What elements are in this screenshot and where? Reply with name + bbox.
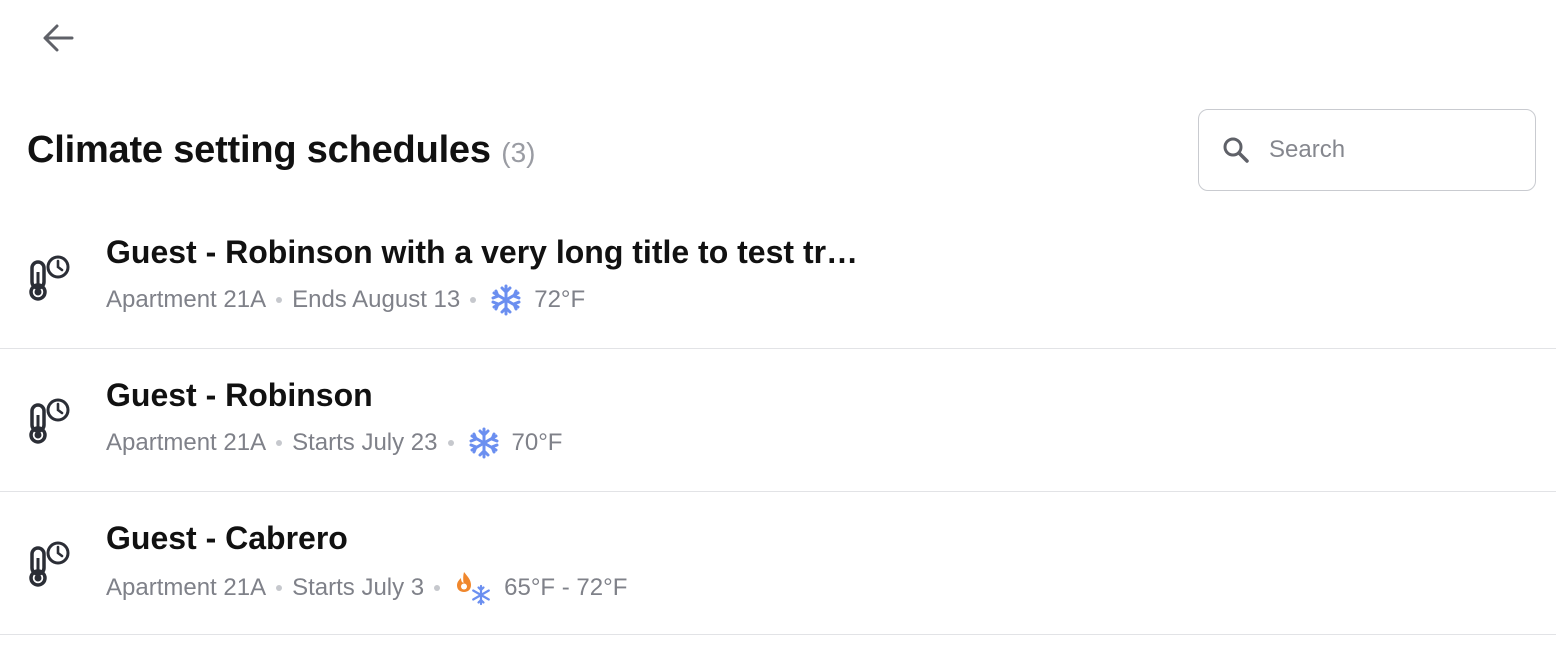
separator-dot [276, 440, 283, 446]
schedule-meta: Apartment 21A Starts July 23 70°F [106, 427, 562, 459]
schedule-count: (3) [501, 136, 536, 168]
snowflake-icon [468, 427, 500, 459]
schedule-title: Guest - Cabrero [106, 520, 348, 556]
schedule-temperature: 72°F [534, 286, 586, 313]
separator-dot [447, 440, 454, 446]
title-group: Climate setting schedules (3) [27, 129, 536, 172]
search-icon [1221, 135, 1251, 165]
thermometer-clock-icon [29, 398, 70, 444]
thermometer-clock-icon [29, 255, 70, 301]
schedule-timing: Starts July 3 [292, 574, 425, 601]
schedule-meta: Apartment 21A Ends August 13 72°F [106, 284, 585, 316]
separator-dot [276, 585, 283, 591]
schedule-row[interactable]: Guest - Robinson Apartment 21A Starts Ju… [0, 349, 1556, 492]
thermometer-clock-icon [29, 541, 70, 587]
schedule-temperature: 65°F - 72°F [504, 574, 628, 601]
schedule-timing: Starts July 23 [292, 429, 438, 456]
schedule-title: Guest - Robinson with a very long title … [106, 234, 866, 270]
snowflake-icon [490, 284, 522, 316]
arrow-left-icon [43, 24, 74, 52]
search-box[interactable] [1198, 109, 1536, 191]
separator-dot [434, 585, 441, 591]
schedule-location: Apartment 21A [106, 429, 267, 456]
schedule-row[interactable]: Guest - Cabrero Apartment 21A Starts Jul… [0, 492, 1556, 635]
page-header: Climate setting schedules (3) [27, 108, 1536, 192]
schedule-location: Apartment 21A [106, 574, 267, 601]
separator-dot [276, 297, 283, 303]
schedule-title: Guest - Robinson [106, 377, 373, 413]
back-button[interactable] [36, 18, 80, 58]
schedule-temperature: 70°F [511, 429, 563, 456]
schedule-location: Apartment 21A [106, 286, 267, 313]
search-input[interactable] [1267, 135, 1511, 165]
schedule-list: Guest - Robinson with a very long title … [0, 206, 1556, 635]
schedule-row[interactable]: Guest - Robinson with a very long title … [0, 206, 1556, 349]
schedule-meta: Apartment 21A Starts July 3 65°F - 72°F [106, 570, 627, 606]
page-title: Climate setting schedules [27, 128, 491, 171]
flame-snowflake-icon [454, 570, 492, 606]
schedule-timing: Ends August 13 [292, 286, 461, 313]
separator-dot [470, 297, 477, 303]
